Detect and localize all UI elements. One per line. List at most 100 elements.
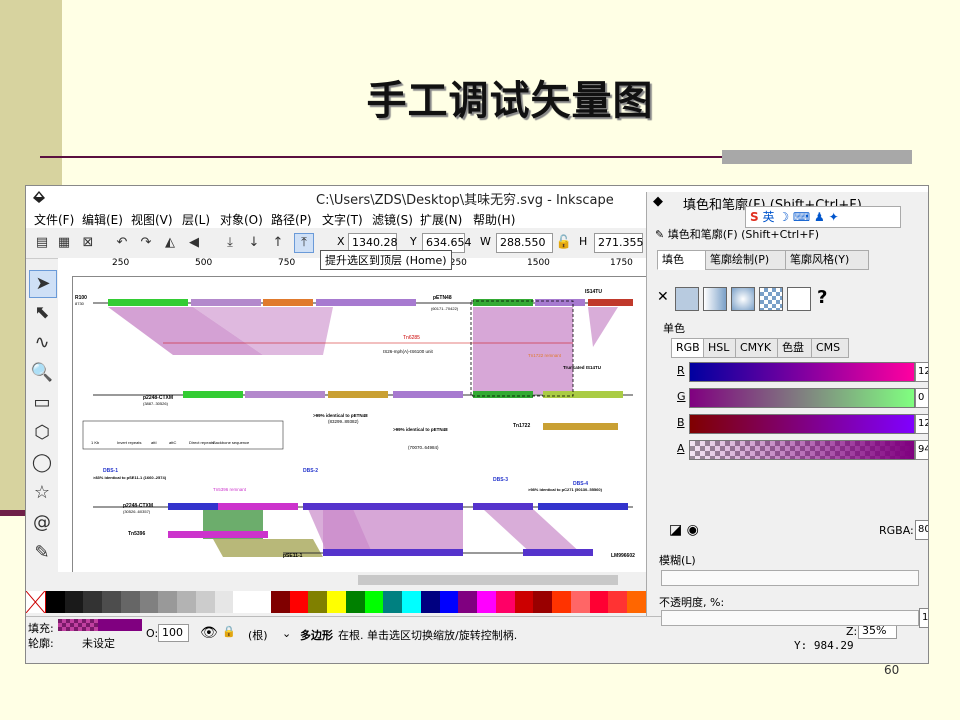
palette-swatch[interactable] (608, 591, 627, 613)
ellipse-tool-icon[interactable]: ◯ (29, 450, 55, 476)
tweak-tool-icon[interactable]: ∿ (29, 330, 55, 356)
flat-color-icon[interactable] (675, 287, 699, 311)
flip-horizontal-icon[interactable]: ◭ (160, 233, 180, 253)
height-field[interactable]: 271.355 (594, 233, 644, 253)
palette-swatch[interactable] (420, 591, 440, 613)
linear-gradient-icon[interactable] (703, 287, 727, 311)
palette-swatch[interactable] (495, 591, 515, 613)
flip-vertical-icon[interactable]: ◀ (184, 233, 204, 253)
raise-to-top-icon[interactable]: ⤒ (294, 233, 314, 253)
green-slider[interactable] (689, 388, 915, 408)
select-all-layers-icon[interactable]: ▦ (54, 233, 74, 253)
palette-swatch[interactable] (83, 591, 102, 613)
opacity-field[interactable]: 100 (158, 624, 189, 642)
palette-swatch[interactable] (327, 591, 346, 613)
rotate-cw-icon[interactable]: ↷ (136, 233, 156, 253)
palette-swatch[interactable] (383, 591, 402, 613)
palette-swatch[interactable] (439, 591, 459, 613)
palette-swatch[interactable] (214, 591, 234, 613)
menu-text[interactable]: 文字(T) (322, 211, 363, 228)
palette-swatch[interactable] (477, 591, 496, 613)
tab-stroke-style[interactable]: 笔廓风格(Y) (785, 250, 869, 270)
palette-swatch[interactable] (289, 591, 309, 613)
lock-icon[interactable]: 🔓 (554, 233, 574, 253)
red-slider[interactable] (689, 362, 915, 382)
opacity-percent-value[interactable]: 1 (919, 608, 928, 628)
box3d-tool-icon[interactable]: ⬡ (29, 420, 55, 446)
ime-mode-label[interactable]: 英 (762, 210, 774, 224)
visibility-eye-icon[interactable]: 👁 (200, 625, 218, 641)
green-value[interactable]: 0 (915, 388, 928, 408)
menu-filters[interactable]: 滤镜(S) (372, 211, 413, 228)
node-tool-icon[interactable]: ⬉ (29, 300, 55, 326)
palette-swatch[interactable] (45, 591, 65, 613)
blue-slider[interactable] (689, 414, 915, 434)
selector-tool-icon[interactable]: ➤ (29, 270, 57, 298)
palette-swatch[interactable] (158, 591, 177, 613)
pencil-tool-icon[interactable]: ✎ (29, 540, 55, 566)
palette-swatch[interactable] (252, 591, 271, 613)
zoom-tool-icon[interactable]: 🔍 (29, 360, 55, 386)
palette-swatch[interactable] (233, 591, 252, 613)
palette-swatch[interactable] (102, 591, 121, 613)
menu-extensions[interactable]: 扩展(N) (420, 211, 462, 228)
tab-wheel[interactable]: 色盘 (777, 338, 815, 358)
no-paint-icon[interactable]: ✕ (657, 289, 669, 305)
width-field[interactable]: 288.550 (496, 233, 553, 253)
red-value[interactable]: 12 (915, 362, 928, 382)
palette-swatch[interactable] (552, 591, 571, 613)
palette-swatch[interactable] (364, 591, 384, 613)
alpha-value[interactable]: 94 (915, 440, 928, 460)
layer-selector[interactable]: (根) (248, 627, 268, 643)
menu-edit[interactable]: 编辑(E) (82, 211, 123, 228)
layer-lock-icon[interactable]: 🔒 (222, 625, 236, 638)
layer-dropdown-chevron-icon[interactable]: ⌄ (282, 627, 291, 640)
raise-icon[interactable]: ↑ (268, 233, 288, 253)
menu-path[interactable]: 路径(P) (271, 211, 312, 228)
palette-swatch[interactable] (345, 591, 365, 613)
no-color-swatch[interactable] (26, 590, 46, 614)
spiral-tool-icon[interactable]: @ (29, 510, 55, 536)
pattern-icon[interactable] (759, 287, 783, 311)
radial-gradient-icon[interactable] (731, 287, 755, 311)
palette-swatch[interactable] (120, 591, 140, 613)
input-method-bar[interactable]: S 英 ☽ ⌨ ♟ ✦ (745, 206, 901, 228)
horizontal-scrollbar[interactable] (58, 572, 646, 588)
deselect-icon[interactable]: ⊠ (78, 233, 98, 253)
palette-swatch[interactable] (514, 591, 534, 613)
tab-rgb[interactable]: RGB (671, 338, 707, 358)
select-all-icon[interactable]: ▤ (32, 233, 52, 253)
star-tool-icon[interactable]: ☆ (29, 480, 55, 506)
blur-slider[interactable] (661, 570, 919, 586)
palette-swatch[interactable] (627, 591, 646, 613)
drawing-canvas[interactable]: R100 8730 pETN48 (60171..70422) IS14TU T… (73, 277, 646, 572)
palette-swatch[interactable] (402, 591, 421, 613)
tab-stroke-paint[interactable]: 笔廓绘制(P) (705, 250, 789, 270)
palette-swatch[interactable] (570, 591, 590, 613)
tab-cms[interactable]: CMS (811, 338, 849, 358)
menu-object[interactable]: 对象(O) (220, 211, 263, 228)
color-palette[interactable] (26, 590, 646, 614)
opacity-slider[interactable] (661, 610, 919, 626)
palette-swatch[interactable] (533, 591, 552, 613)
blue-value[interactable]: 12 (915, 414, 928, 434)
menu-file[interactable]: 文件(F) (34, 211, 74, 228)
swatch-icon[interactable] (787, 287, 811, 311)
fill-swatch-solid[interactable] (98, 619, 142, 631)
unset-paint-icon[interactable]: ? (817, 287, 827, 308)
palette-swatch[interactable] (308, 591, 327, 613)
menu-view[interactable]: 视图(V) (131, 211, 173, 228)
lower-to-bottom-icon[interactable]: ⤓ (220, 233, 240, 253)
menu-help[interactable]: 帮助(H) (473, 211, 515, 228)
stroke-value[interactable]: 未设定 (82, 635, 115, 651)
menu-layer[interactable]: 层(L) (182, 211, 210, 228)
alpha-slider[interactable] (689, 440, 915, 460)
rectangle-tool-icon[interactable]: ▭ (29, 390, 55, 416)
scrollbar-thumb[interactable] (358, 575, 618, 585)
color-picker-icons[interactable]: ◪ ◉ (669, 522, 699, 538)
palette-swatch[interactable] (195, 591, 215, 613)
rotate-ccw-icon[interactable]: ↶ (112, 233, 132, 253)
tab-fill[interactable]: 填色 (657, 250, 707, 270)
tab-hsl[interactable]: HSL (703, 338, 739, 358)
lower-icon[interactable]: ↓ (244, 233, 264, 253)
